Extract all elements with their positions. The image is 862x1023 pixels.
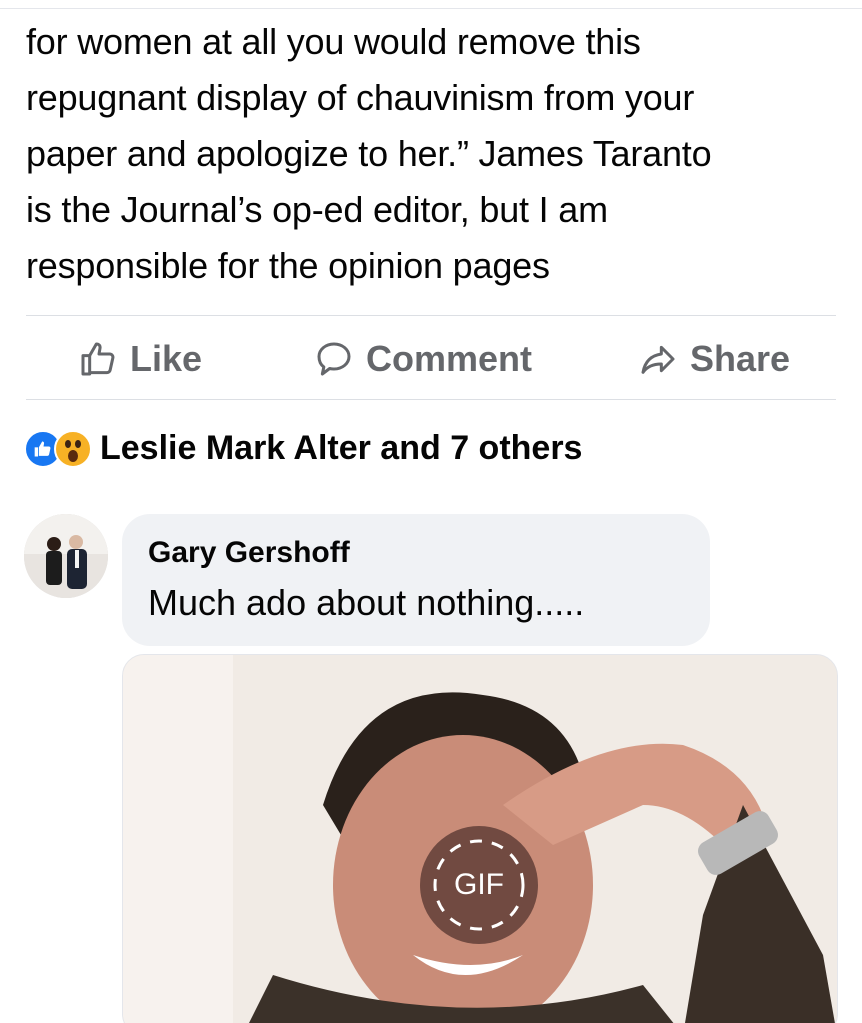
post-view: for women at all you would remove this r… <box>0 0 862 1023</box>
reactions-summary-text: Leslie Mark Alter and 7 others <box>100 428 583 467</box>
post-text-line: paper and apologize to her.” James Taran… <box>26 133 712 174</box>
comment-label: Comment <box>366 338 533 379</box>
actions-top-divider <box>26 315 836 316</box>
gif-label: GIF <box>454 868 504 901</box>
comment-bubble[interactable]: Gary Gershoff Much ado about nothing....… <box>122 514 710 646</box>
share-button[interactable]: Share <box>638 320 790 398</box>
like-button[interactable]: Like <box>78 320 202 398</box>
reactions-summary[interactable]: Leslie Mark Alter and 7 others <box>24 424 582 472</box>
comment-button[interactable]: Comment <box>314 320 532 398</box>
comment-text: Much ado about nothing..... <box>148 582 585 623</box>
post-text-line: for women at all you would remove this <box>26 21 641 62</box>
gif-play-badge[interactable]: GIF <box>420 826 538 944</box>
wow-reaction-icon <box>54 430 92 468</box>
actions-bottom-divider <box>26 399 836 400</box>
thumbs-up-icon <box>81 342 115 376</box>
like-label: Like <box>130 338 203 379</box>
post-actions-bar: Like Comment Share <box>26 320 836 398</box>
post-text-line: repugnant display of chauvinism from you… <box>26 77 695 118</box>
comment-bubble-icon <box>317 342 351 376</box>
post-text-line: is the Journal’s op-ed editor, but I am <box>26 189 608 230</box>
post-text-line: responsible for the opinion pages <box>26 245 550 286</box>
reaction-icons <box>24 426 96 470</box>
share-arrow-icon <box>641 345 675 374</box>
share-label: Share <box>690 338 791 379</box>
commenter-name[interactable]: Gary Gershoff <box>148 536 350 570</box>
top-divider <box>0 8 862 9</box>
post-body: for women at all you would remove this r… <box>26 14 836 294</box>
commenter-avatar[interactable] <box>24 514 108 598</box>
